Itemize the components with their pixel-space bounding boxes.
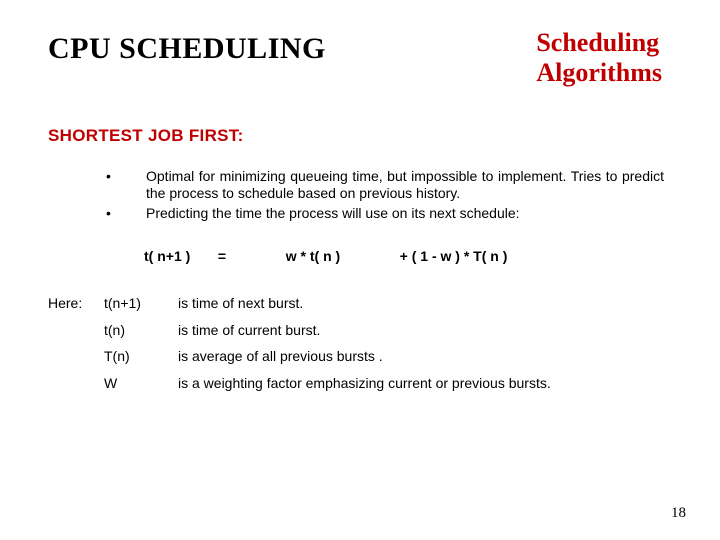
formula-line: t( n+1 ) = w * t( n ) + ( 1 - w ) * T( n… [144, 248, 672, 264]
definition-row: T(n) is average of all previous bursts . [48, 343, 672, 370]
topic-heading: SHORTEST JOB FIRST: [48, 126, 672, 146]
bullet-item: Predicting the time the process will use… [106, 205, 664, 223]
definition-text: is time of current burst. [178, 317, 672, 344]
definition-text: is a weighting factor emphasizing curren… [178, 370, 672, 397]
formula-term2: + ( 1 - w ) * T( n ) [400, 248, 508, 264]
definition-symbol: t(n+1) [104, 290, 178, 317]
main-title: CPU SCHEDULING [48, 32, 326, 66]
page-number: 18 [671, 505, 686, 522]
formula-term1: w * t( n ) [286, 248, 396, 264]
section-title-line1: Scheduling [536, 28, 659, 57]
bullet-item: Optimal for minimizing queueing time, bu… [106, 168, 664, 203]
definition-text: is time of next burst. [178, 290, 672, 317]
bullet-list: Optimal for minimizing queueing time, bu… [48, 168, 664, 223]
slide-header: CPU SCHEDULING Scheduling Algorithms [48, 28, 672, 88]
definition-symbol: T(n) [104, 343, 178, 370]
definition-row: W is a weighting factor emphasizing curr… [48, 370, 672, 397]
definition-symbol: t(n) [104, 317, 178, 344]
section-title-line2: Algorithms [536, 58, 662, 87]
formula-lhs: t( n+1 ) [144, 248, 214, 264]
definition-row: Here: t(n+1) is time of next burst. [48, 290, 672, 317]
definition-symbol: W [104, 370, 178, 397]
slide: CPU SCHEDULING Scheduling Algorithms SHO… [0, 0, 720, 540]
section-title: Scheduling Algorithms [536, 28, 662, 88]
formula-eq: = [218, 248, 282, 264]
definitions-label: Here: [48, 290, 104, 317]
definitions: Here: t(n+1) is time of next burst. t(n)… [48, 290, 672, 396]
definition-text: is average of all previous bursts . [178, 343, 672, 370]
definition-row: t(n) is time of current burst. [48, 317, 672, 344]
